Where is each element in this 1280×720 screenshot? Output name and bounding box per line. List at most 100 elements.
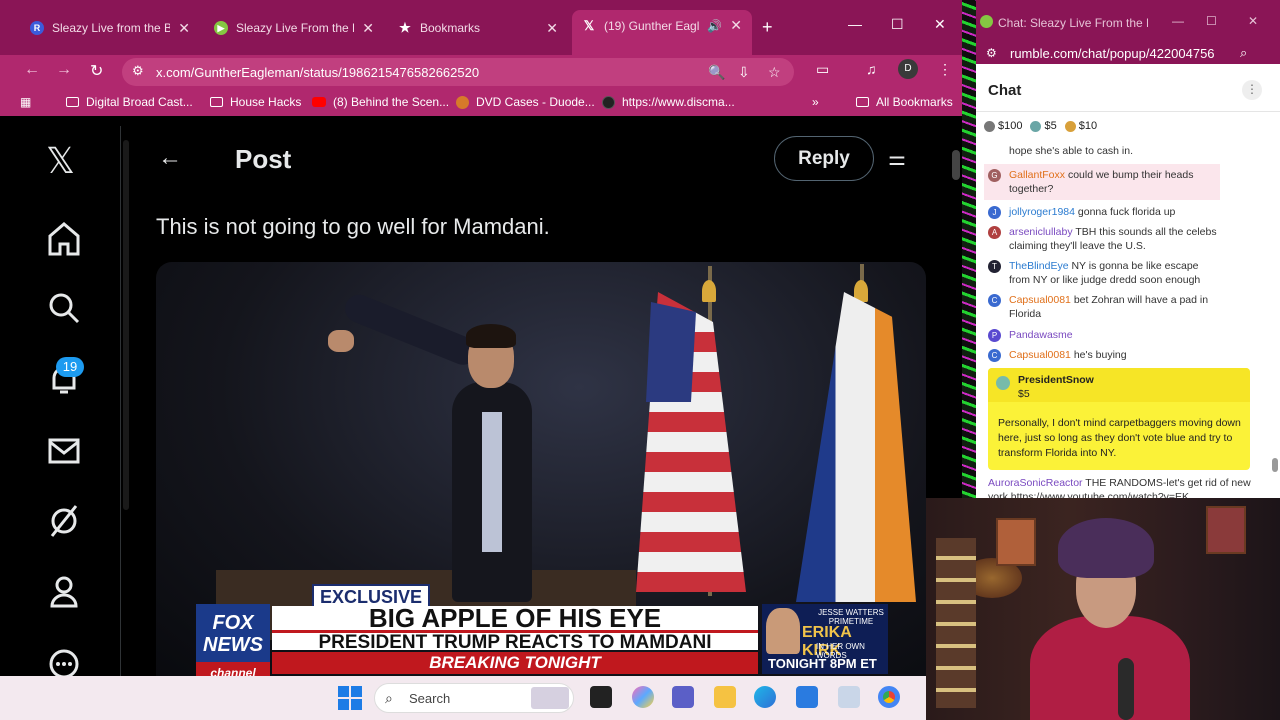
wall-art: [996, 518, 1036, 566]
chat-options-icon[interactable]: ⋮: [1242, 80, 1262, 100]
chat-username[interactable]: arseniclullaby: [1009, 226, 1073, 238]
taskbar-search[interactable]: ⌕ Search: [374, 683, 574, 713]
app-icon[interactable]: [838, 686, 860, 708]
folder-icon: [856, 97, 869, 107]
rant-message-card: PresidentSnow $5 Personally, I don't min…: [988, 368, 1250, 470]
bookmark-star-icon[interactable]: ☆: [768, 64, 781, 81]
file-explorer-icon[interactable]: [714, 686, 736, 708]
speaker-icon[interactable]: 🔊: [707, 19, 722, 33]
chat-username[interactable]: jollyroger1984: [1009, 206, 1075, 218]
avatar: [996, 376, 1010, 390]
tweet-video[interactable]: EXCLUSIVE FOX NEWS channel BIG APPLE OF H…: [156, 262, 926, 680]
chat-username[interactable]: TheBlindEye: [1009, 260, 1069, 272]
cast-icon[interactable]: ▭: [816, 61, 829, 78]
rant-username[interactable]: PresidentSnow: [1018, 374, 1094, 386]
chat-message: C Capsual0081 he's buying: [988, 348, 1218, 362]
search-highlight-image: [531, 687, 569, 709]
address-bar[interactable]: ⚙ x.com/GuntherEagleman/status/198621547…: [122, 58, 794, 86]
copilot-icon[interactable]: [632, 686, 654, 708]
chat-username[interactable]: GallantFoxx: [1009, 169, 1065, 181]
chat-url-text: rumble.com/chat/popup/422004756: [1010, 46, 1215, 61]
rumble-chat-window: Chat: Sleazy Live From the B... — ☐ ✕ ⚙ …: [976, 0, 1280, 498]
chat-message-text: gonna fuck florida up: [1077, 206, 1176, 218]
avatar: A: [988, 226, 1001, 239]
chat-username[interactable]: Capsual0081: [1009, 349, 1071, 361]
tab-x-post[interactable]: 𝕏 (19) Gunther Eaglem 🔊 ✕: [572, 10, 752, 55]
url-text: x.com/GuntherEagleman/status/19862154765…: [156, 65, 480, 80]
forward-button[interactable]: →: [56, 61, 72, 79]
chat-username[interactable]: Pandawasme: [1009, 329, 1073, 341]
rant-chip[interactable]: $100: [984, 120, 1022, 132]
bookmark-label: DVD Cases - Duode...: [476, 95, 595, 109]
flag-finial: [702, 280, 716, 302]
install-icon[interactable]: ⇩: [738, 64, 750, 81]
breaking-ticker: BREAKING TONIGHT: [272, 652, 758, 674]
site-info-icon[interactable]: ⚙: [986, 46, 997, 60]
bookmark-behind-the-scenes[interactable]: (8) Behind the Scen...: [312, 95, 449, 109]
x-logo-icon[interactable]: 𝕏: [46, 140, 75, 182]
chat-username[interactable]: Capsual0081: [1009, 294, 1071, 306]
bookmark-digital-broadcast[interactable]: Digital Broad Cast...: [66, 95, 193, 109]
windows-start-icon[interactable]: [338, 686, 362, 710]
chat-message: AuroraSonicReactor THE RANDOMS-let's get…: [988, 476, 1258, 498]
back-button[interactable]: ←: [24, 61, 40, 79]
tab-sleazy-live-2[interactable]: ▶ Sleazy Live From the Bu ✕: [204, 14, 384, 42]
avatar: G: [988, 169, 1001, 182]
minimize-button[interactable]: —: [1172, 14, 1184, 28]
close-tab-icon[interactable]: ✕: [546, 20, 558, 37]
tab-bookmarks[interactable]: ★ Bookmarks ✕: [388, 14, 568, 42]
messages-mail-icon[interactable]: [48, 436, 80, 466]
dvd-icon: [456, 95, 469, 109]
home-icon[interactable]: [48, 222, 80, 256]
close-tab-icon[interactable]: ✕: [178, 20, 190, 37]
rant-chip[interactable]: $10: [1064, 120, 1097, 132]
page-scrollbar[interactable]: [952, 150, 960, 180]
nav-scrollbar[interactable]: [123, 140, 129, 510]
bookmark-discmakers[interactable]: https://www.discma...: [602, 95, 735, 109]
bookmark-dvd-cases[interactable]: DVD Cases - Duode...: [456, 95, 595, 109]
apps-grid-icon[interactable]: ▦: [20, 95, 31, 109]
chat-scroll-thumb[interactable]: [1272, 458, 1278, 472]
reply-button[interactable]: Reply: [774, 136, 874, 181]
close-tab-icon[interactable]: ✕: [730, 17, 742, 34]
profile-avatar[interactable]: D: [898, 59, 918, 79]
bookmark-house-hacks[interactable]: House Hacks: [210, 95, 301, 109]
rant-text: Personally, I don't mind carpetbaggers m…: [998, 417, 1241, 459]
chat-scrollbar[interactable]: [1272, 150, 1278, 480]
x-favicon-icon: 𝕏: [583, 17, 595, 33]
media-control-icon[interactable]: ♫: [866, 61, 877, 77]
search-icon[interactable]: [48, 292, 80, 324]
close-window-button[interactable]: ✕: [934, 16, 946, 33]
grok-icon[interactable]: [48, 504, 80, 538]
taskbar-search-label: Search: [409, 691, 451, 706]
guest-photo: [766, 608, 800, 654]
more-bookmarks-chevron-icon[interactable]: »: [812, 95, 819, 109]
nav-divider: [120, 126, 121, 680]
store-icon[interactable]: [796, 686, 818, 708]
menu-dots-icon[interactable]: ⋮: [938, 61, 952, 78]
chat-username[interactable]: AuroraSonicReactor: [988, 477, 1083, 489]
site-info-icon[interactable]: ⚙: [132, 63, 144, 79]
chrome-icon[interactable]: [878, 686, 900, 708]
back-arrow-icon[interactable]: ←: [158, 144, 182, 172]
task-view-icon[interactable]: [590, 686, 612, 708]
edge-icon[interactable]: [754, 686, 776, 708]
maximize-button[interactable]: ☐: [891, 16, 904, 33]
profile-person-icon[interactable]: [50, 576, 78, 608]
teams-icon[interactable]: [672, 686, 694, 708]
reload-button[interactable]: ↻: [90, 61, 103, 81]
all-bookmarks-button[interactable]: All Bookmarks: [856, 95, 953, 109]
zoom-icon[interactable]: 🔍: [708, 64, 725, 81]
new-tab-button[interactable]: +: [762, 17, 773, 38]
settings-sliders-icon[interactable]: ⚌: [888, 146, 906, 171]
maximize-button[interactable]: ☐: [1206, 14, 1217, 28]
all-bookmarks-label: All Bookmarks: [876, 95, 953, 109]
folder-icon: [210, 97, 223, 107]
close-tab-icon[interactable]: ✕: [362, 20, 374, 37]
tab-sleazy-live-1[interactable]: R Sleazy Live from the Bu ✕: [20, 14, 200, 42]
chat-address-bar[interactable]: ⚙ rumble.com/chat/popup/422004756 ⌕: [976, 44, 1280, 64]
close-window-button[interactable]: ✕: [1248, 14, 1258, 28]
search-icon[interactable]: ⌕: [1240, 45, 1247, 61]
rant-chip[interactable]: $5: [1030, 120, 1057, 132]
minimize-button[interactable]: —: [848, 16, 862, 32]
